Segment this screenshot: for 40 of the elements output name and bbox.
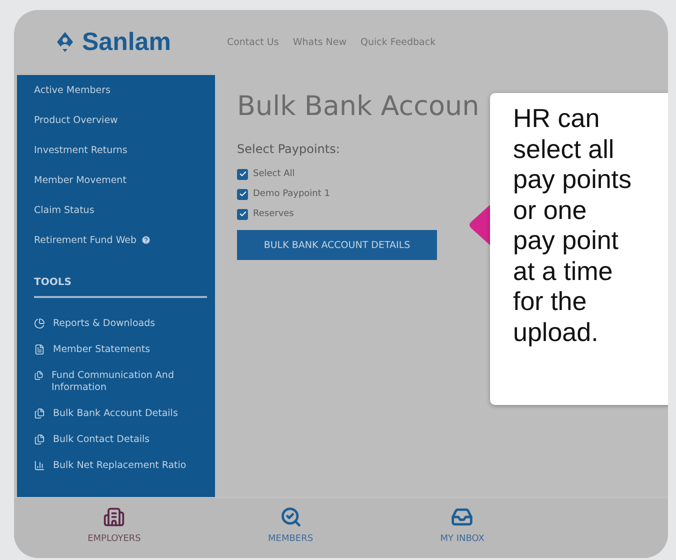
callout-text: HR can select all pay points or one pay point at a time for the upload. [490, 93, 668, 405]
nav-tab[interactable]: MEMBERS [262, 498, 320, 558]
sidebar-item[interactable]: Bulk Bank Account Details [34, 402, 207, 428]
member-search-icon [280, 506, 302, 528]
header-link[interactable]: Contact Us [226, 37, 279, 48]
sidebar-item[interactable]: Fund Communication And Information [34, 364, 207, 402]
bulk-bank-account-button[interactable]: BULK BANK ACCOUNT DETAILS [237, 230, 437, 260]
logo[interactable]: Sanlam [54, 28, 171, 57]
checkbox[interactable] [237, 188, 248, 200]
sidebar-item[interactable]: Reports & Downloads [34, 312, 207, 338]
section-label: Select Paypoints: [237, 142, 340, 156]
logo-icon [54, 30, 76, 54]
nav-tab[interactable]: MY INBOX [434, 498, 490, 558]
inbox-icon [451, 506, 474, 528]
documents-icon [34, 370, 44, 381]
document-icon [34, 344, 45, 355]
sidebar-item[interactable]: Product Overview [34, 105, 207, 135]
checkbox-label: Select All [253, 169, 295, 179]
checkbox-label: Demo Paypoint 1 [253, 189, 330, 199]
sidebar-item[interactable]: Bulk Net Replacement Ratio [34, 454, 207, 480]
sidebar-item[interactable]: Member Statements [34, 338, 207, 364]
checkbox-label: Reserves [253, 209, 294, 219]
sidebar-item[interactable]: Active Members [34, 75, 207, 105]
sidebar-item[interactable]: Member Movement [34, 165, 207, 195]
nav-tab[interactable]: EMPLOYERS [82, 498, 147, 558]
sidebar-item[interactable]: Retirement Fund Web [34, 225, 207, 255]
page-title: Bulk Bank Accoun [237, 91, 480, 124]
sidebar-item[interactable]: Investment Returns [34, 135, 207, 165]
bar-chart-icon [34, 460, 45, 471]
header-link[interactable]: Whats New [292, 37, 346, 48]
pie-chart-icon [34, 318, 45, 329]
sidebar-item[interactable]: Claim Status [34, 195, 207, 225]
documents-icon [34, 434, 45, 445]
sidebar-item[interactable]: Bulk Contact Details [34, 428, 207, 454]
header-link[interactable]: Quick Feedback [360, 37, 436, 48]
checkbox[interactable] [237, 168, 248, 180]
checkbox[interactable] [237, 208, 248, 220]
section-heading: TOOLS [34, 277, 207, 298]
documents-icon [34, 408, 45, 419]
building-icon [103, 506, 126, 528]
